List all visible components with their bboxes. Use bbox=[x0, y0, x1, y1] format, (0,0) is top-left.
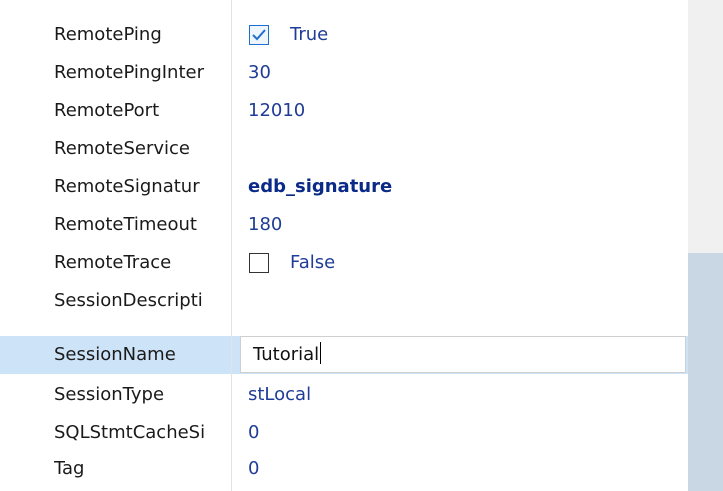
property-row-sessiondescription[interactable]: SessionDescripti bbox=[0, 282, 688, 320]
property-row-remotetimeout[interactable]: RemoteTimeout 180 bbox=[0, 206, 688, 244]
property-name: RemoteTrace bbox=[54, 252, 172, 273]
property-row-tag[interactable]: Tag 0 bbox=[0, 450, 688, 488]
property-row-remoteping[interactable]: RemotePing True bbox=[0, 16, 688, 54]
property-row-remoteservice[interactable]: RemoteService bbox=[0, 130, 688, 168]
property-grid: RemotePing True RemotePingInter 30 Remot… bbox=[0, 0, 688, 491]
property-value[interactable] bbox=[248, 130, 678, 168]
property-name: SessionType bbox=[54, 384, 165, 405]
property-row-remotesignature[interactable]: RemoteSignatur edb_signature bbox=[0, 168, 688, 206]
property-checkbox[interactable] bbox=[249, 25, 269, 45]
property-value[interactable]: 30 bbox=[248, 54, 678, 92]
checkbox-label: False bbox=[290, 252, 336, 273]
property-name: RemotePort bbox=[54, 100, 160, 121]
checkbox-label: True bbox=[290, 24, 329, 45]
property-value[interactable]: edb_signature bbox=[248, 168, 678, 206]
property-name: RemoteSignatur bbox=[54, 176, 200, 197]
property-row-sessiontype[interactable]: SessionType stLocal bbox=[0, 376, 688, 414]
session-name-input[interactable]: Tutorial bbox=[240, 336, 686, 373]
property-value[interactable]: 0 bbox=[248, 450, 678, 488]
property-name: SessionName bbox=[54, 344, 176, 365]
input-text-wrapper: Tutorial bbox=[253, 337, 322, 372]
property-row-sqlstmtcachesize[interactable]: SQLStmtCacheSi 0 bbox=[0, 414, 688, 452]
property-row-sessionname[interactable]: SessionName Tutorial bbox=[0, 336, 688, 374]
property-row-remotetrace[interactable]: RemoteTrace False bbox=[0, 244, 688, 282]
property-name: RemotePing bbox=[54, 24, 162, 45]
property-name: Tag bbox=[54, 458, 85, 479]
property-name: RemoteTimeout bbox=[54, 214, 197, 235]
property-value[interactable]: 0 bbox=[248, 414, 678, 452]
property-name: SessionDescripti bbox=[54, 290, 203, 311]
property-name: SQLStmtCacheSi bbox=[54, 422, 206, 443]
property-value[interactable]: 12010 bbox=[248, 92, 678, 130]
text-caret bbox=[320, 342, 322, 364]
property-row-remoteport[interactable]: RemotePort 12010 bbox=[0, 92, 688, 130]
property-value[interactable]: stLocal bbox=[248, 376, 678, 414]
column-separator[interactable] bbox=[231, 0, 232, 491]
property-value[interactable] bbox=[248, 282, 678, 320]
property-name: RemoteService bbox=[54, 138, 190, 159]
property-checkbox[interactable] bbox=[249, 253, 269, 273]
property-name: RemotePingInter bbox=[54, 62, 204, 83]
property-value[interactable]: 180 bbox=[248, 206, 678, 244]
checkmark-icon bbox=[252, 29, 266, 41]
input-text: Tutorial bbox=[253, 344, 320, 365]
scrollbar-thumb[interactable] bbox=[688, 253, 723, 491]
property-row-remotepinginterval[interactable]: RemotePingInter 30 bbox=[0, 54, 688, 92]
